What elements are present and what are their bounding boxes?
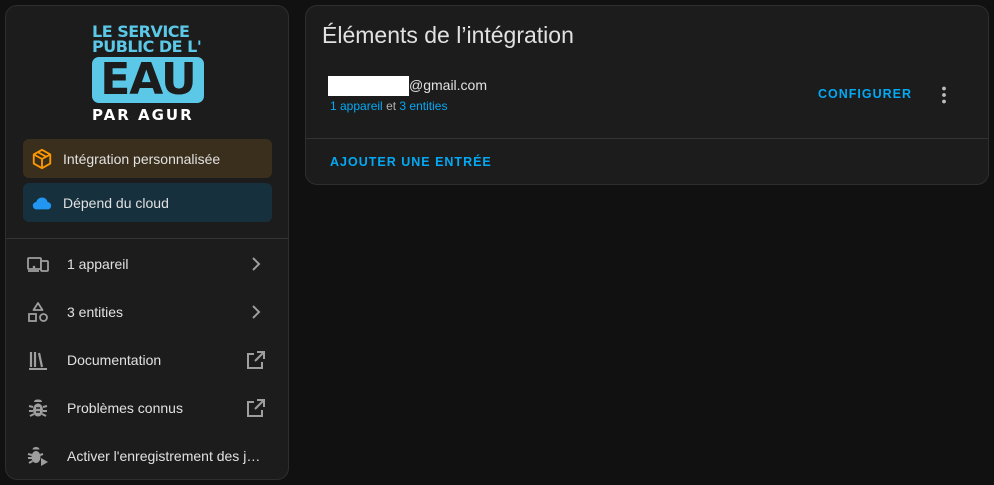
menu-item-entities-label: 3 entities [67,304,124,320]
integration-info-card: LE SERVICE PUBLIC DE L' EAU PAR AGUR Int… [5,5,289,480]
custom-integration-label: Intégration personnalisée [63,150,221,167]
left-card-divider [6,238,288,239]
entries-divider [306,138,988,139]
overflow-menu-icon[interactable] [932,83,956,107]
menu-item-known-issues-label: Problèmes connus [67,400,183,416]
logo-eau-block: EAU [92,57,204,103]
cloud-dependent-label: Dépend du cloud [63,194,169,211]
menu-item-documentation-label: Documentation [67,352,162,368]
chevron-right-icon [252,257,261,271]
package-icon [32,148,52,169]
shapes-icon [28,302,48,322]
bookshelf-icon [29,352,47,370]
menu-item-debug-logging-label: Activer l'enregistrement des journaux de… [67,448,265,464]
devices-icon [27,257,49,272]
entry-devices-link[interactable]: 1 appareil [330,99,383,113]
logo-line-3: PAR AGUR [92,106,194,124]
menu-item-entities[interactable]: 3 entities [6,288,288,336]
bug-play-icon [27,447,48,466]
menu-item-debug-logging[interactable]: Activer l'enregistrement des journaux de… [6,432,288,479]
cloud-dependent-badge: Dépend du cloud [23,183,272,222]
entry-subtitle-separator: et [386,99,397,113]
cloud-icon [32,197,52,209]
logo-line-2: PUBLIC DE L' [92,37,202,56]
menu-item-devices[interactable]: 1 appareil [6,240,288,288]
open-in-new-icon [247,399,265,417]
open-in-new-icon [247,351,265,369]
custom-integration-badge: Intégration personnalisée [23,139,272,178]
menu-item-known-issues[interactable]: Problèmes connus [6,384,288,432]
menu-item-devices-label: 1 appareil [67,256,129,272]
redacted-email-block [328,76,409,96]
entry-email-suffix: @gmail.com [409,77,488,93]
entry-entities-link[interactable]: 3 entities [399,99,447,113]
chevron-right-icon [252,305,261,319]
menu-item-documentation[interactable]: Documentation [6,336,288,384]
integration-logo: LE SERVICE PUBLIC DE L' EAU PAR AGUR [92,24,212,128]
logo-eau-text: EAU [100,54,196,105]
entry-subtitle: 1 appareil et 3 entities [330,99,447,113]
page-title: Éléments de l’intégration [322,22,574,48]
add-entry-button[interactable]: AJOUTER UNE ENTRÉE [330,155,492,169]
bug-icon [28,399,48,417]
integration-entries-card: Éléments de l’intégration @gmail.com 1 a… [305,5,989,185]
configure-button[interactable]: CONFIGURER [818,87,912,101]
